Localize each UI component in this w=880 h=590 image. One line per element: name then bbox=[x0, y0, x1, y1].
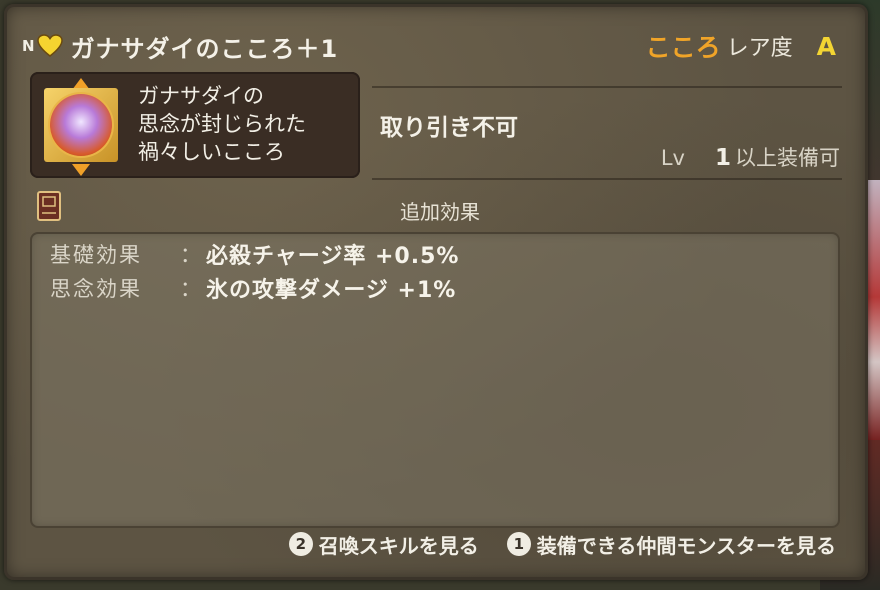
effect-value: 必殺チャージ率 +0.5% bbox=[206, 244, 460, 269]
ganasadai-medal-icon bbox=[44, 88, 118, 162]
button-label: 召喚スキルを見る bbox=[318, 533, 479, 558]
effect-colon: ： bbox=[180, 277, 201, 301]
level-suffix: 以上装備可 bbox=[735, 146, 840, 170]
rank-badge: N bbox=[22, 37, 35, 55]
button-2-icon: 2 bbox=[288, 532, 313, 556]
footer-actions: 2 召喚スキルを見る 1 装備できる仲間モンスターを見る bbox=[261, 528, 836, 560]
level-label: Lv bbox=[660, 146, 685, 170]
level-requirement: Lv 1 以上装備可 bbox=[661, 142, 840, 172]
rarity-row: こころ レア度 A bbox=[646, 28, 836, 64]
effect-row: 思念効果 ： 氷の攻撃ダメージ +1% bbox=[50, 272, 456, 304]
effects-title: 追加効果 bbox=[400, 200, 480, 224]
effects-box: 基礎効果 ： 必殺チャージ率 +0.5% 思念効果 ： 氷の攻撃ダメージ +1% bbox=[30, 232, 840, 528]
effect-row: 基礎効果 ： 必殺チャージ率 +0.5% bbox=[50, 238, 459, 270]
yellow-heart-icon bbox=[36, 34, 63, 58]
button-label: 装備できる仲間モンスターを見る bbox=[536, 533, 836, 558]
item-name: ガナサダイのこころ＋1 bbox=[70, 34, 339, 63]
rarity-grade: A bbox=[816, 31, 836, 61]
description-line: 禍々しいこころ bbox=[138, 140, 285, 164]
divider bbox=[372, 86, 842, 88]
medal-selector[interactable] bbox=[42, 78, 120, 176]
divider bbox=[372, 178, 842, 180]
down-arrow-icon[interactable] bbox=[72, 164, 90, 176]
trade-status: 取り引き不可 bbox=[380, 115, 518, 141]
description-line: 思念が封じられた bbox=[138, 112, 306, 136]
level-value: 1 bbox=[714, 145, 731, 171]
item-description: ガナサダイの 思念が封じられた 禍々しいこころ bbox=[138, 82, 306, 166]
view-equippable-monsters-button[interactable]: 1 装備できる仲間モンスターを見る bbox=[506, 530, 836, 559]
view-summon-skill-button[interactable]: 2 召喚スキルを見る bbox=[288, 530, 479, 559]
title-row: N ガナサダイのこころ＋1 bbox=[22, 28, 338, 64]
effect-label: 基礎効果 bbox=[50, 243, 142, 267]
effect-label: 思念効果 bbox=[50, 277, 142, 301]
description-box: ガナサダイの 思念が封じられた 禍々しいこころ bbox=[30, 72, 360, 178]
description-line: ガナサダイの bbox=[138, 84, 264, 108]
type-label: こころ bbox=[645, 33, 721, 62]
effect-colon: ： bbox=[180, 243, 201, 267]
rarity-label: レア度 bbox=[726, 36, 793, 61]
effect-value: 氷の攻撃ダメージ +1% bbox=[206, 278, 457, 303]
button-1-icon: 1 bbox=[506, 532, 531, 556]
